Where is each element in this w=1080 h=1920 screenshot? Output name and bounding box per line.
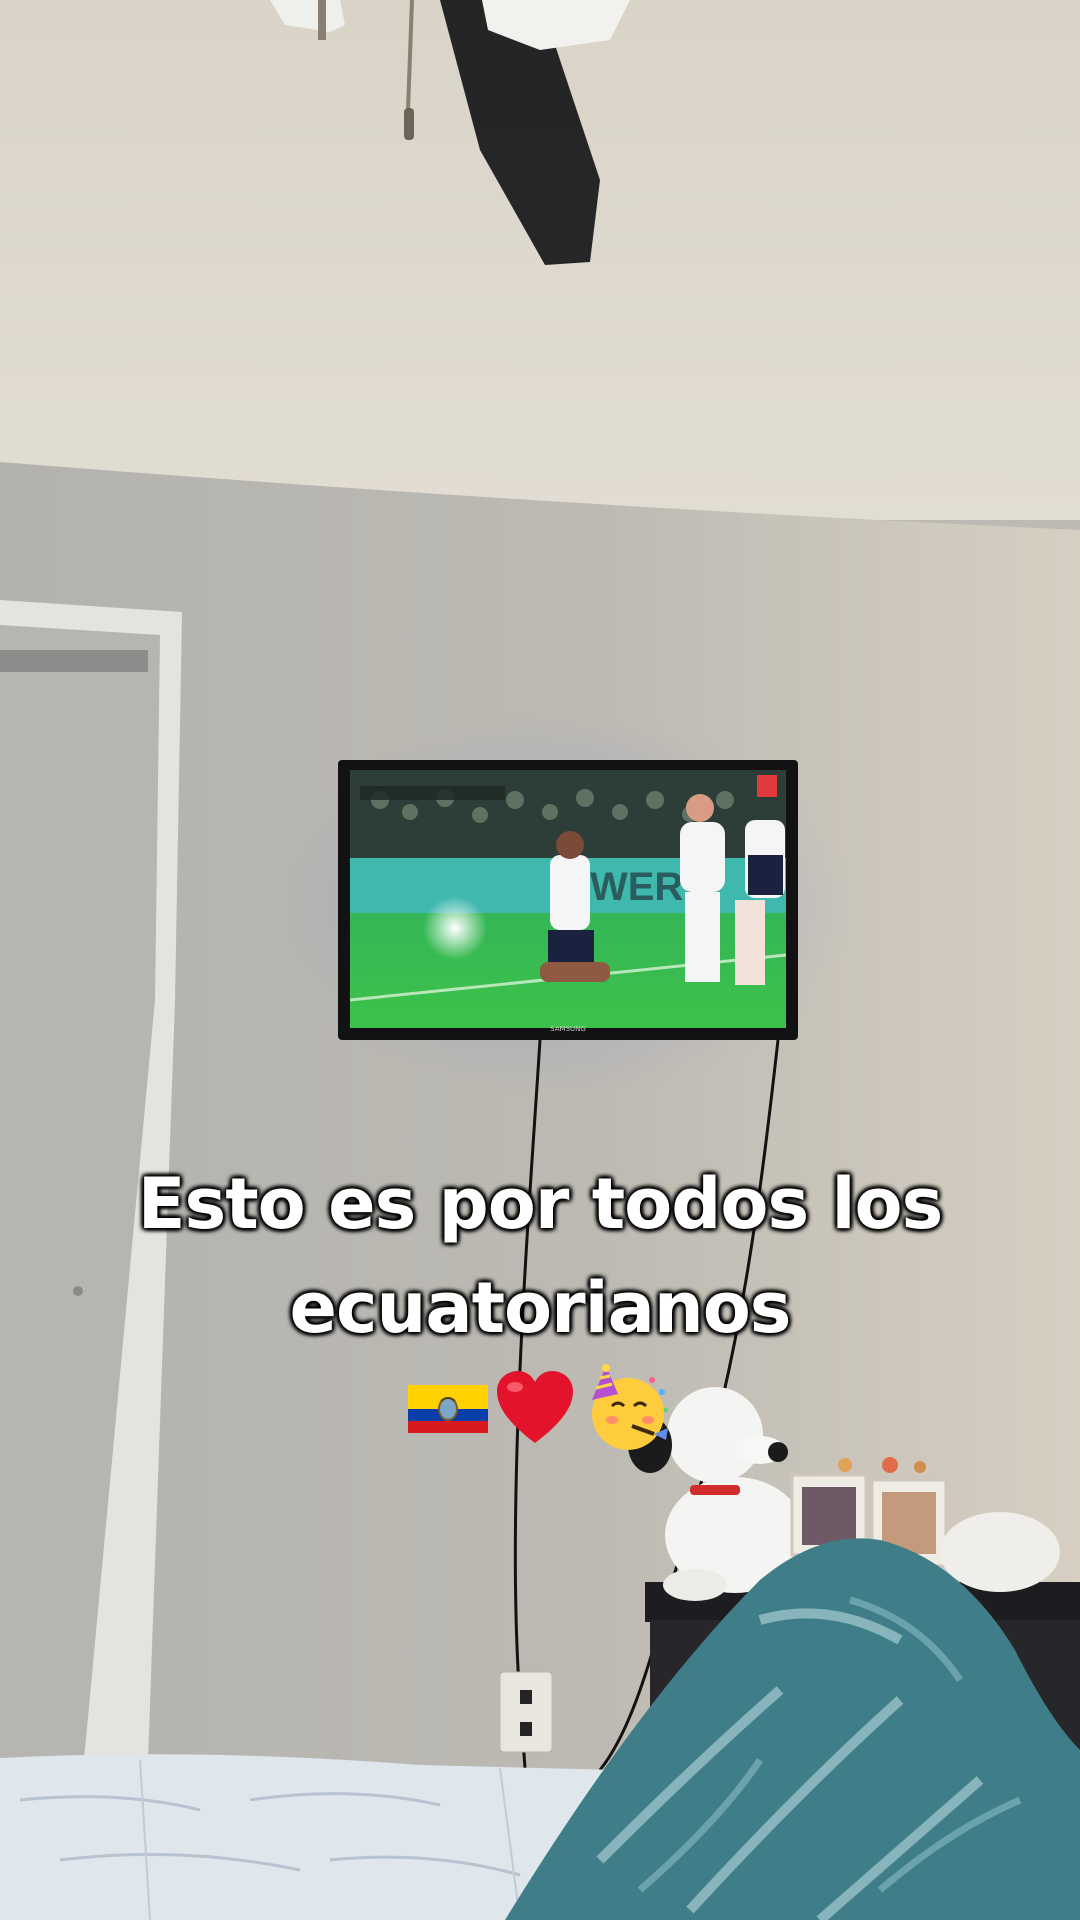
caption-line-1: Esto es por todos los (137, 1163, 944, 1245)
ecuador-flag-icon (407, 1385, 488, 1433)
tv-brand-label: SAMSUNG (550, 1025, 586, 1033)
red-heart-icon (497, 1371, 573, 1443)
caption-line-2: ecuatorianos (289, 1267, 792, 1349)
white-sculpture (940, 1512, 1060, 1592)
bedroom-scene: WERA SAMSUNG (0, 0, 1080, 1920)
partying-face-icon (592, 1364, 669, 1450)
wall-outlet (499, 1671, 553, 1753)
television: WERA SAMSUNG (338, 760, 798, 1040)
emoji-row (0, 1364, 1080, 1454)
